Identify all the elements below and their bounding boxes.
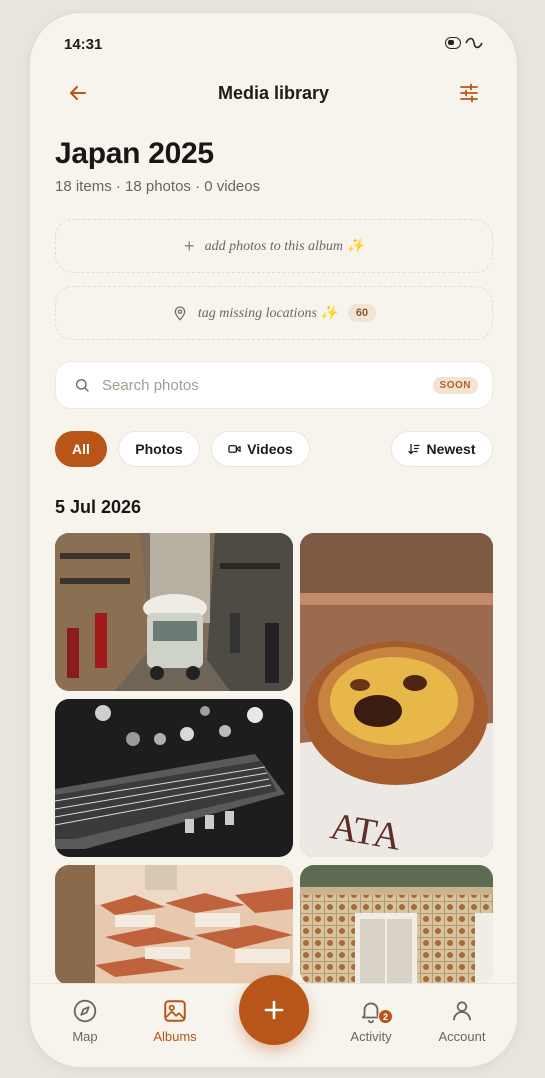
search-bar[interactable]: Search photos SOON bbox=[55, 361, 493, 409]
tag-locations-label: tag missing locations ✨ bbox=[197, 305, 338, 321]
filter-videos-label: Videos bbox=[247, 441, 293, 457]
status-icons bbox=[445, 37, 483, 49]
user-icon bbox=[452, 1001, 472, 1021]
add-photos-label: add photos to this album ✨ bbox=[204, 238, 364, 254]
filter-photos-chip[interactable]: Photos bbox=[118, 431, 200, 467]
location-pin-icon bbox=[174, 306, 186, 321]
filter-photos-label: Photos bbox=[135, 441, 183, 457]
filter-videos-chip[interactable]: Videos bbox=[211, 431, 310, 467]
sort-label: Newest bbox=[426, 441, 476, 457]
signal-icon bbox=[465, 37, 483, 49]
nav-map-label: Map bbox=[72, 1029, 98, 1044]
nav-activity-label: Activity bbox=[350, 1029, 392, 1044]
image-icon bbox=[164, 1000, 186, 1022]
missing-count-badge: 60 bbox=[347, 304, 377, 322]
photo-city-rooftops[interactable] bbox=[55, 865, 293, 985]
album-stats: 18 items · 18 photos · 0 videos bbox=[55, 178, 261, 195]
status-time: 14:31 bbox=[64, 36, 103, 53]
video-icon bbox=[228, 445, 241, 453]
nav-account[interactable]: Account bbox=[427, 998, 497, 1044]
photo-pastel-de-nata[interactable]: ATA bbox=[300, 533, 493, 857]
section-date: 5 Jul 2026 bbox=[55, 497, 142, 517]
filter-all-chip[interactable]: All bbox=[55, 431, 107, 467]
filter-all-label: All bbox=[72, 441, 90, 457]
soon-badge: SOON bbox=[432, 376, 478, 394]
photo-street-tram[interactable] bbox=[55, 533, 293, 691]
nav-albums-label: Albums bbox=[153, 1029, 197, 1044]
nav-activity[interactable]: 2 Activity bbox=[336, 998, 406, 1044]
tag-locations-button[interactable]: tag missing locations ✨ 60 bbox=[55, 286, 493, 340]
photo-guitar-bw[interactable] bbox=[55, 699, 293, 857]
phone-frame: 14:31 Media library Japan 2025 18 items … bbox=[29, 12, 518, 1068]
search-icon bbox=[76, 379, 89, 392]
search-input[interactable]: Search photos bbox=[102, 377, 433, 394]
plus-icon bbox=[264, 1000, 284, 1020]
nav-map[interactable]: Map bbox=[50, 998, 120, 1044]
sort-newest-chip[interactable]: Newest bbox=[391, 431, 493, 467]
album-title: Japan 2025 bbox=[55, 137, 214, 170]
battery-icon bbox=[445, 37, 461, 49]
page-title: Media library bbox=[217, 83, 330, 103]
add-fab-button[interactable] bbox=[239, 975, 309, 1045]
sliders-icon[interactable] bbox=[457, 81, 481, 105]
top-bar: Media library bbox=[30, 79, 517, 109]
compass-icon bbox=[73, 999, 97, 1023]
add-photos-button[interactable]: + add photos to this album ✨ bbox=[55, 219, 493, 273]
nav-account-label: Account bbox=[438, 1029, 486, 1044]
photo-tiled-facade[interactable] bbox=[300, 865, 493, 985]
sort-icon bbox=[408, 443, 421, 455]
activity-badge: 2 bbox=[378, 1009, 393, 1024]
nav-albums[interactable]: Albums bbox=[140, 998, 210, 1044]
plus-icon: + bbox=[184, 235, 195, 256]
